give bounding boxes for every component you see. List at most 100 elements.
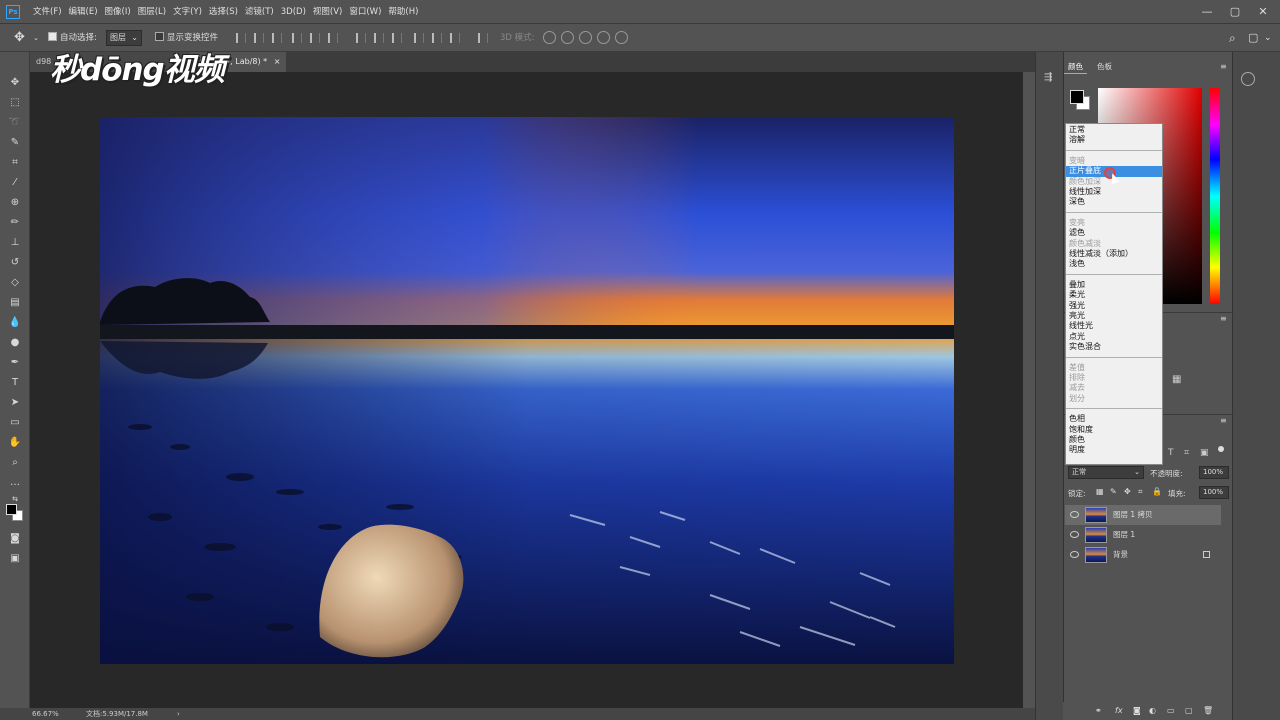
grid-icon[interactable]: ▦ — [1172, 374, 1181, 385]
lock-all-icon[interactable]: 🔒 — [1152, 487, 1162, 496]
blend-mode-option[interactable]: 正常 — [1066, 125, 1162, 135]
crop-tool-icon[interactable]: ⌗ — [8, 156, 22, 170]
distribute-top-icon[interactable] — [356, 33, 366, 43]
status-menu-arrow[interactable]: › — [177, 708, 180, 720]
align-left-icon[interactable] — [292, 33, 302, 43]
blend-mode-select[interactable]: 正常 ⌄ — [1068, 466, 1144, 479]
fill-field[interactable]: 100% — [1199, 486, 1229, 499]
panel-foreground-swatch[interactable] — [1070, 90, 1084, 104]
slide-3d-icon[interactable] — [597, 31, 610, 44]
eyedropper-tool-icon[interactable]: ⁄ — [8, 176, 22, 190]
blend-mode-option[interactable]: 饱和度 — [1066, 425, 1162, 435]
foreground-color-swatch[interactable] — [6, 504, 17, 515]
eraser-tool-icon[interactable]: ◇ — [8, 276, 22, 290]
eye-icon[interactable] — [1070, 511, 1079, 518]
close-window-button[interactable]: ✕ — [1248, 0, 1278, 24]
roll-3d-icon[interactable] — [561, 31, 574, 44]
menu-item[interactable]: 3D(D) — [278, 0, 309, 24]
blend-mode-option[interactable]: 溶解 — [1066, 135, 1162, 145]
lock-transparent-icon[interactable]: ▦ — [1096, 487, 1104, 496]
workspace-icon[interactable]: ▢ — [1248, 24, 1258, 52]
clone-stamp-tool-icon[interactable]: ⊥ — [8, 236, 22, 250]
brush-tool-icon[interactable]: ✏ — [8, 216, 22, 230]
drag-3d-icon[interactable] — [579, 31, 592, 44]
opacity-field[interactable]: 100% — [1199, 466, 1229, 479]
blend-mode-option[interactable]: 线性光 — [1066, 321, 1162, 331]
menu-item[interactable]: 视图(V) — [310, 0, 345, 24]
document-image[interactable] — [100, 117, 954, 664]
lock-artboard-icon[interactable]: ⌗ — [1138, 487, 1143, 497]
eye-icon[interactable] — [1070, 551, 1079, 558]
align-top-icon[interactable] — [236, 33, 246, 43]
align-vcenter-icon[interactable] — [254, 33, 264, 43]
shape-filter-icon[interactable]: ⌗ — [1184, 448, 1189, 458]
dodge-tool-icon[interactable]: ● — [8, 336, 22, 350]
maximize-button[interactable]: ▢ — [1220, 0, 1250, 24]
type-tool-icon[interactable]: T — [8, 376, 22, 390]
blend-mode-option[interactable]: 色相 — [1066, 414, 1162, 424]
blend-mode-option[interactable]: 柔光 — [1066, 290, 1162, 300]
blend-mode-option[interactable]: 强光 — [1066, 301, 1162, 311]
more-tools-icon[interactable]: … — [8, 476, 22, 490]
type-filter-icon[interactable]: T — [1168, 448, 1174, 458]
smart-filter-icon[interactable]: ▣ — [1200, 448, 1209, 458]
tab-color[interactable]: 颜色 — [1064, 60, 1087, 74]
panel-menu-icon[interactable]: ≡ — [1220, 416, 1227, 425]
mask-icon[interactable]: ◙ — [1133, 706, 1141, 715]
distribute-right-icon[interactable] — [450, 33, 460, 43]
orbit-3d-icon[interactable] — [543, 31, 556, 44]
distribute-bottom-icon[interactable] — [392, 33, 402, 43]
close-tab-icon[interactable]: × — [274, 57, 281, 66]
lock-pixels-icon[interactable]: ✎ — [1110, 487, 1117, 496]
panel-menu-icon[interactable]: ≡ — [1220, 314, 1227, 323]
blend-mode-option[interactable]: 叠加 — [1066, 280, 1162, 290]
layer-row[interactable]: 背景 — [1065, 545, 1221, 565]
blend-mode-option[interactable]: 点光 — [1066, 332, 1162, 342]
tab-swatches[interactable]: 色板 — [1093, 60, 1116, 74]
blend-mode-option[interactable]: 深色 — [1066, 197, 1162, 207]
libraries-icon[interactable] — [1241, 72, 1255, 86]
screen-mode-icon[interactable]: ▣ — [8, 552, 22, 566]
lasso-tool-icon[interactable]: ➰ — [8, 116, 22, 130]
hand-tool-icon[interactable]: ✋ — [8, 436, 22, 450]
menu-item[interactable]: 帮助(H) — [385, 0, 421, 24]
align-right-icon[interactable] — [328, 33, 338, 43]
blend-mode-option[interactable]: 滤色 — [1066, 228, 1162, 238]
minimize-button[interactable]: — — [1192, 0, 1222, 24]
fx-icon[interactable]: fx — [1115, 706, 1123, 715]
link-icon[interactable]: ⚭ — [1095, 706, 1102, 715]
history-panel-icon[interactable]: ⇶ — [1044, 72, 1052, 83]
path-select-tool-icon[interactable]: ➤ — [8, 396, 22, 410]
healing-brush-tool-icon[interactable]: ⊕ — [8, 196, 22, 210]
menu-item[interactable]: 文件(F) — [30, 0, 65, 24]
menu-item[interactable]: 图像(I) — [102, 0, 134, 24]
blend-mode-option[interactable]: 浅色 — [1066, 259, 1162, 269]
history-brush-tool-icon[interactable]: ↺ — [8, 256, 22, 270]
layer-row[interactable]: 图层 1 拷贝 — [1065, 505, 1221, 525]
blend-mode-option[interactable]: 线性加深 — [1066, 187, 1162, 197]
marquee-tool-icon[interactable]: ⬚ — [8, 96, 22, 110]
search-icon[interactable]: ⌕ — [1229, 24, 1236, 52]
distribute-left-icon[interactable] — [414, 33, 424, 43]
chevron-down-icon[interactable]: ⌄ — [1264, 24, 1272, 52]
panel-menu-icon[interactable]: ≡ — [1220, 62, 1227, 71]
menu-item[interactable]: 窗口(W) — [346, 0, 384, 24]
lock-icon[interactable] — [1203, 551, 1210, 558]
zoom-tool-icon[interactable]: ⌕ — [8, 456, 22, 470]
auto-align-icon[interactable] — [478, 33, 488, 43]
adjustment-icon[interactable]: ◐ — [1149, 706, 1156, 715]
scale-3d-icon[interactable] — [615, 31, 628, 44]
distribute-hcenter-icon[interactable] — [432, 33, 442, 43]
move-tool-icon[interactable]: ✥ — [8, 76, 22, 90]
blur-tool-icon[interactable]: 💧 — [8, 316, 22, 330]
menu-item[interactable]: 滤镜(T) — [242, 0, 277, 24]
eye-icon[interactable] — [1070, 531, 1079, 538]
filter-toggle-icon[interactable] — [1218, 446, 1224, 452]
group-icon[interactable]: ▭ — [1167, 706, 1175, 715]
layer-row[interactable]: 图层 1 — [1065, 525, 1221, 545]
move-tool-icon[interactable]: ✥ — [14, 24, 25, 52]
menu-item[interactable]: 编辑(E) — [66, 0, 101, 24]
trash-icon[interactable]: 🗑 — [1203, 706, 1213, 715]
quick-select-tool-icon[interactable]: ✎ — [8, 136, 22, 150]
quick-mask-icon[interactable]: ◙ — [8, 532, 22, 546]
